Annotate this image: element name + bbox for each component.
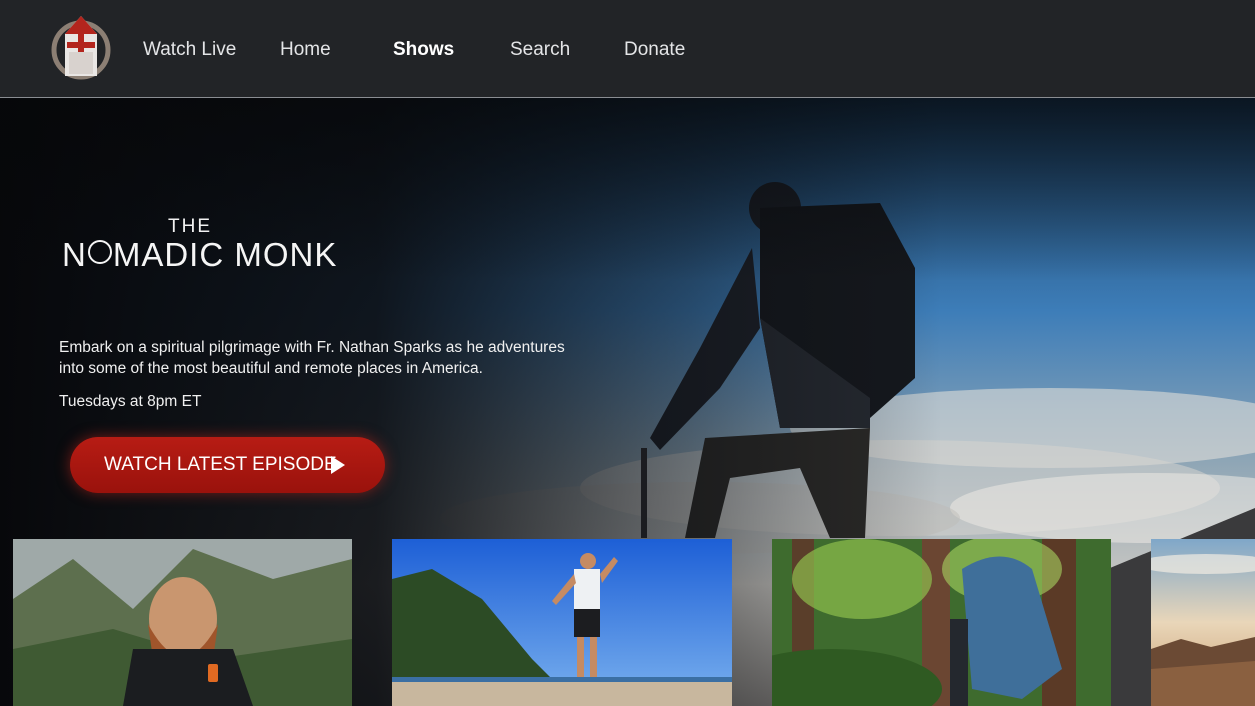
hero-banner: THE N MADIC MONK Embark on a spiritual pi… [0,98,1255,706]
nav-search[interactable]: Search [510,38,570,62]
globe-icon [87,240,112,264]
show-title-prefix: THE [168,216,212,237]
episode-thumbnail-4[interactable] [1151,539,1255,706]
show-title-logo: THE N MADIC MONK [62,216,336,296]
watch-latest-episode-label: WATCH LATEST EPISODE [104,454,337,475]
top-navigation-bar: Watch Live Home Shows Search Donate [0,0,1255,98]
nav-donate[interactable]: Donate [624,38,685,62]
show-description: Embark on a spiritual pilgrimage with Fr… [59,339,565,377]
desert-landscape-thumbnail [1151,539,1255,706]
church-logo-icon[interactable] [51,12,111,84]
show-title-part2: MADIC MONK [112,236,338,273]
hiker-in-redwood-forest-thumbnail [772,539,1111,706]
nav-home[interactable]: Home [280,38,331,62]
nav-shows[interactable]: Shows [393,38,454,62]
episode-thumbnail-1[interactable] [13,539,352,706]
episode-thumbnail-3[interactable] [772,539,1111,706]
show-airtime: Tuesdays at 8pm ET [59,393,202,410]
watch-latest-episode-button[interactable]: WATCH LATEST EPISODE [70,437,385,493]
play-icon [331,456,345,474]
hiker-on-beach-thumbnail [392,539,732,706]
bearded-hiker-mountain-thumbnail [13,539,352,706]
nav-watch-live[interactable]: Watch Live [143,38,236,62]
show-title: N MADIC MONK [62,236,337,274]
episode-thumbnail-2[interactable] [392,539,732,706]
show-title-part1: N [62,236,87,273]
